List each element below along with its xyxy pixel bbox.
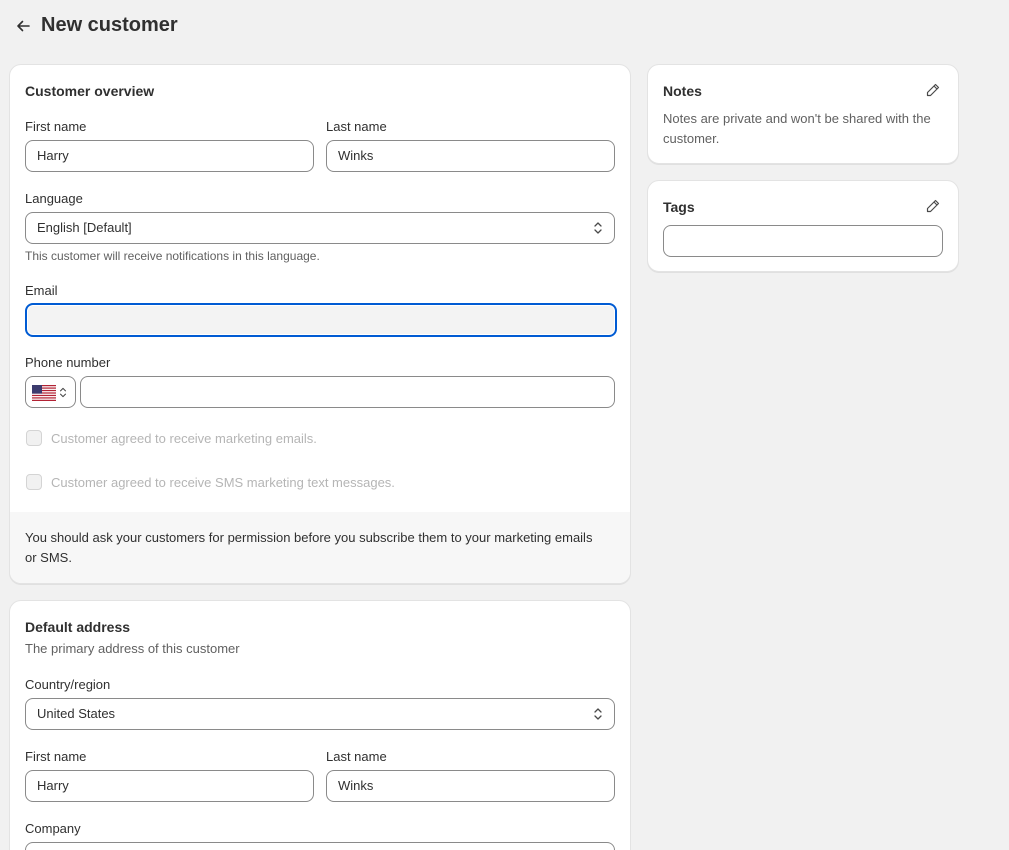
marketing-sms-checkbox[interactable] — [26, 474, 42, 490]
first-name-label: First name — [25, 119, 87, 134]
company-label: Company — [25, 821, 81, 836]
country-label: Country/region — [25, 677, 111, 692]
edit-tags-icon[interactable] — [925, 198, 941, 214]
phone-label: Phone number — [25, 355, 111, 370]
edit-notes-icon[interactable] — [925, 82, 941, 98]
select-chevron-icon — [594, 222, 602, 234]
marketing-sms-label: Customer agreed to receive SMS marketing… — [51, 475, 395, 490]
tags-card: Tags — [647, 180, 959, 272]
back-arrow-icon[interactable] — [14, 17, 32, 35]
language-label: Language — [25, 191, 83, 206]
customer-overview-title: Customer overview — [25, 83, 155, 99]
customer-overview-card: Customer overview First name Last name H… — [9, 64, 631, 584]
address-last-name-input[interactable]: Winks — [326, 770, 615, 802]
default-address-title: Default address — [25, 619, 131, 635]
country-select-value: United States — [37, 706, 116, 721]
notes-text: Notes are private and won't be shared wi… — [663, 111, 931, 146]
company-input[interactable] — [25, 842, 615, 850]
country-select[interactable]: United States — [25, 698, 615, 730]
marketing-email-checkbox[interactable] — [26, 430, 42, 446]
notes-card: Notes Notes are private and won't be sha… — [647, 64, 959, 164]
default-address-card: Default address The primary address of t… — [9, 600, 631, 850]
address-first-name-label: First name — [25, 749, 87, 764]
marketing-notice-text: You should ask your customers for permis… — [25, 530, 593, 565]
select-chevron-icon — [594, 708, 602, 720]
language-select-value: English [Default] — [37, 220, 132, 235]
default-address-subtitle: The primary address of this customer — [25, 641, 240, 656]
email-input[interactable] — [25, 303, 617, 337]
us-flag-icon — [32, 385, 56, 401]
phone-country-select[interactable] — [25, 376, 76, 408]
marketing-notice: You should ask your customers for permis… — [10, 512, 630, 583]
email-label: Email — [25, 283, 58, 298]
last-name-input[interactable]: Winks — [326, 140, 615, 172]
page-title: New customer — [41, 14, 178, 36]
select-chevron-icon — [59, 387, 67, 398]
tags-input[interactable] — [663, 225, 943, 257]
first-name-input[interactable]: Harry — [25, 140, 314, 172]
address-first-name-input[interactable]: Harry — [25, 770, 314, 802]
marketing-email-label: Customer agreed to receive marketing ema… — [51, 431, 317, 446]
phone-input[interactable] — [80, 376, 615, 408]
language-select[interactable]: English [Default] — [25, 212, 615, 244]
last-name-label: Last name — [326, 119, 387, 134]
language-help-text: This customer will receive notifications… — [25, 249, 320, 263]
notes-title: Notes — [663, 83, 702, 99]
tags-title: Tags — [663, 199, 695, 215]
address-last-name-label: Last name — [326, 749, 387, 764]
